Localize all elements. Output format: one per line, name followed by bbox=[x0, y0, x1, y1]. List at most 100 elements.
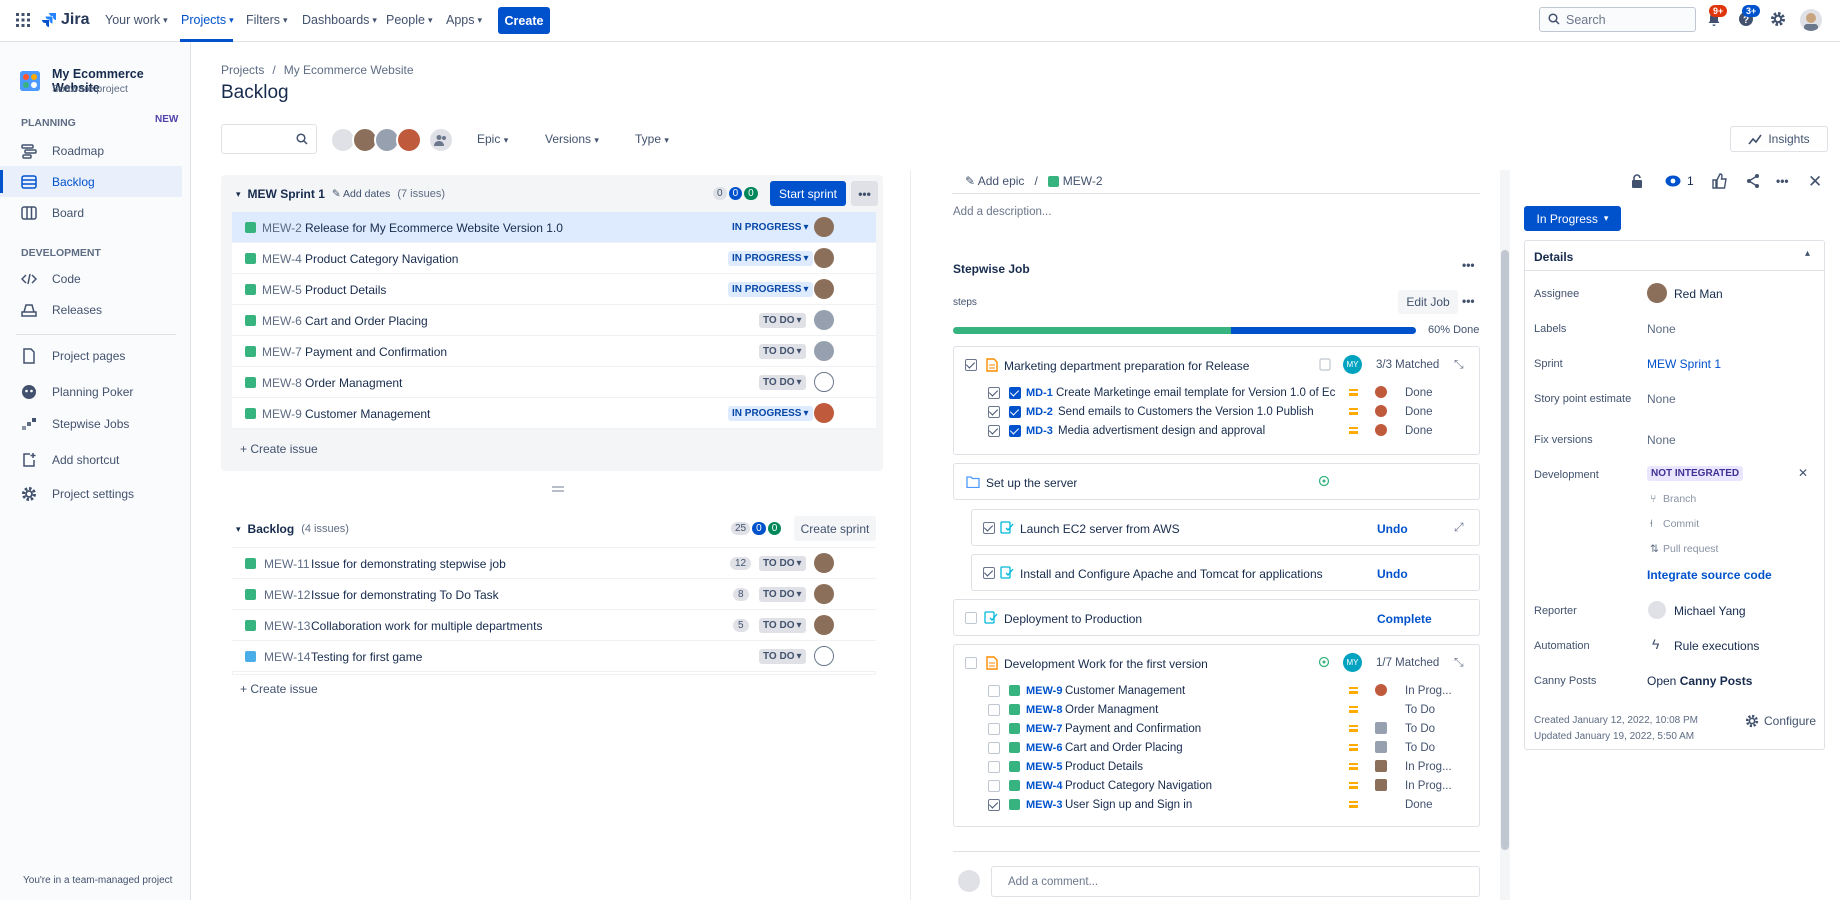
status-dropdown[interactable]: TO DO ▾ bbox=[759, 344, 806, 359]
sidebar-item-board[interactable]: Board bbox=[0, 197, 182, 228]
table-row[interactable]: MEW-7 Payment and Confirmation TO DO ▾ bbox=[232, 336, 876, 367]
create-button[interactable]: Create bbox=[498, 7, 550, 34]
avatar[interactable] bbox=[814, 553, 834, 573]
nav-dashboards[interactable]: Dashboards ▾ bbox=[302, 13, 377, 27]
edit-job-button[interactable]: Edit Job bbox=[1398, 290, 1458, 314]
subtask-checkbox[interactable] bbox=[988, 799, 1000, 811]
nav-filters[interactable]: Filters ▾ bbox=[246, 13, 288, 27]
chevron-down-icon[interactable]: ▾ bbox=[236, 189, 241, 200]
avatar[interactable] bbox=[1375, 722, 1387, 734]
complete-button[interactable]: Complete bbox=[1377, 612, 1432, 626]
avatar[interactable]: MY bbox=[1343, 653, 1362, 672]
subtask-checkbox[interactable] bbox=[988, 780, 1000, 792]
drag-handle-icon[interactable] bbox=[552, 484, 564, 494]
app-switcher-icon[interactable] bbox=[16, 13, 30, 27]
sprint-more-icon[interactable]: ••• bbox=[851, 181, 878, 206]
status-dropdown[interactable]: TO DO ▾ bbox=[759, 618, 806, 633]
table-row[interactable]: MEW-13 Collaboration work for multiple d… bbox=[232, 610, 876, 641]
create-sprint-button[interactable]: Create sprint bbox=[794, 516, 876, 541]
status-dropdown[interactable]: TO DO ▾ bbox=[759, 375, 806, 390]
lock-icon[interactable] bbox=[1630, 173, 1644, 189]
sidebar-item-project-pages[interactable]: Project pages bbox=[0, 340, 182, 371]
canny-posts-link[interactable]: Open Canny Posts bbox=[1647, 674, 1752, 688]
nav-your-work[interactable]: Your work ▾ bbox=[105, 13, 168, 27]
table-row[interactable]: MEW-12 Issue for demonstrating To Do Tas… bbox=[232, 579, 876, 610]
step-checkbox[interactable] bbox=[965, 612, 977, 624]
avatar[interactable] bbox=[1375, 386, 1387, 398]
avatar[interactable] bbox=[814, 310, 834, 330]
issue-key-link[interactable]: MEW-2 bbox=[1047, 174, 1103, 188]
sidebar-item-code[interactable]: Code bbox=[0, 263, 182, 294]
avatar[interactable] bbox=[814, 615, 834, 635]
undo-button[interactable]: Undo bbox=[1377, 522, 1408, 536]
step-checkbox[interactable] bbox=[983, 522, 995, 534]
versions-filter[interactable]: Versions ▾ bbox=[545, 132, 599, 146]
breadcrumb-project[interactable]: My Ecommerce Website bbox=[284, 63, 414, 77]
status-dropdown[interactable]: TO DO ▾ bbox=[759, 556, 806, 571]
avatar[interactable] bbox=[814, 248, 834, 268]
sidebar-item-add-shortcut[interactable]: Add shortcut bbox=[0, 444, 182, 475]
panel-divider[interactable] bbox=[910, 170, 911, 900]
subtask-checkbox[interactable] bbox=[988, 387, 1000, 399]
fix-versions-field[interactable]: None bbox=[1647, 433, 1676, 447]
watch-button[interactable]: 1 bbox=[1665, 174, 1694, 188]
epic-filter[interactable]: Epic ▾ bbox=[477, 132, 508, 146]
avatar[interactable] bbox=[1375, 760, 1387, 772]
user-avatar[interactable] bbox=[1800, 9, 1822, 31]
integrate-source-link[interactable]: Integrate source code bbox=[1647, 568, 1772, 582]
search-input[interactable]: Search bbox=[1539, 7, 1696, 32]
sidebar-item-stepwise-jobs[interactable]: Stepwise Jobs bbox=[0, 408, 182, 439]
status-dropdown[interactable]: IN PROGRESS ▾ bbox=[728, 282, 813, 297]
dismiss-icon[interactable]: ✕ bbox=[1798, 466, 1808, 480]
scrollbar-thumb[interactable] bbox=[1501, 250, 1509, 850]
story-points-field[interactable]: None bbox=[1647, 392, 1676, 406]
table-row[interactable]: MEW-11 Issue for demonstrating stepwise … bbox=[232, 548, 876, 579]
settings-gear-icon[interactable] bbox=[1770, 11, 1786, 27]
subtask-checkbox[interactable] bbox=[988, 761, 1000, 773]
status-button[interactable]: In Progress ▾ bbox=[1524, 206, 1621, 231]
table-row[interactable]: MEW-8 Order Managment TO DO ▾ bbox=[232, 367, 876, 398]
avatar[interactable] bbox=[814, 584, 834, 604]
more-actions-icon[interactable]: ••• bbox=[1776, 174, 1789, 188]
backlog-search-input[interactable] bbox=[221, 124, 317, 154]
undo-button[interactable]: Undo bbox=[1377, 567, 1408, 581]
assignee-field[interactable]: Red Man bbox=[1674, 287, 1723, 301]
nav-people[interactable]: People ▾ bbox=[386, 13, 432, 27]
sidebar-item-backlog[interactable]: Backlog bbox=[0, 166, 182, 197]
start-sprint-button[interactable]: Start sprint bbox=[770, 181, 846, 206]
job-more-icon[interactable]: ••• bbox=[1462, 258, 1475, 272]
collapse-icon[interactable]: ⤡ bbox=[1454, 655, 1464, 670]
table-row[interactable]: MEW-9 Customer Management IN PROGRESS ▾ bbox=[232, 398, 876, 429]
close-icon[interactable]: ✕ bbox=[1808, 172, 1822, 192]
avatar[interactable] bbox=[814, 341, 834, 361]
expand-icon[interactable]: ⤢ bbox=[1454, 520, 1464, 535]
avatar[interactable] bbox=[396, 127, 422, 153]
avatar[interactable] bbox=[814, 217, 834, 237]
status-dropdown[interactable]: TO DO ▾ bbox=[759, 649, 806, 664]
thumbs-up-icon[interactable] bbox=[1712, 173, 1728, 189]
avatar[interactable] bbox=[1375, 779, 1387, 791]
avatar[interactable] bbox=[814, 279, 834, 299]
rule-executions-link[interactable]: Rule executions bbox=[1674, 639, 1759, 653]
subtask-checkbox[interactable] bbox=[988, 425, 1000, 437]
avatar[interactable]: MY bbox=[1343, 355, 1362, 374]
nav-projects[interactable]: Projects ▾ bbox=[181, 13, 234, 27]
table-row[interactable]: MEW-5 Product Details IN PROGRESS ▾ bbox=[232, 274, 876, 305]
story-points[interactable]: 8 bbox=[733, 588, 749, 601]
detail-scrollbar[interactable] bbox=[1500, 170, 1510, 900]
jira-logo[interactable]: Jira bbox=[41, 11, 89, 29]
subtask-checkbox[interactable] bbox=[988, 704, 1000, 716]
create-issue-button[interactable]: + Create issue bbox=[240, 682, 318, 696]
add-dates-link[interactable]: ✎ Add dates bbox=[332, 188, 390, 200]
unassigned-avatar-icon[interactable] bbox=[814, 646, 834, 666]
description-field[interactable]: Add a description... bbox=[953, 206, 1051, 218]
configure-button[interactable]: Configure bbox=[1745, 714, 1816, 728]
labels-field[interactable]: None bbox=[1647, 322, 1676, 336]
sidebar-item-roadmap[interactable]: Roadmap bbox=[0, 135, 182, 166]
avatar[interactable] bbox=[1375, 741, 1387, 753]
share-icon[interactable] bbox=[1745, 173, 1761, 189]
reporter-field[interactable]: Michael Yang bbox=[1674, 604, 1746, 618]
chevron-down-icon[interactable]: ▾ bbox=[236, 524, 241, 535]
step-checkbox[interactable] bbox=[965, 359, 977, 371]
status-dropdown[interactable]: IN PROGRESS ▾ bbox=[728, 251, 813, 266]
